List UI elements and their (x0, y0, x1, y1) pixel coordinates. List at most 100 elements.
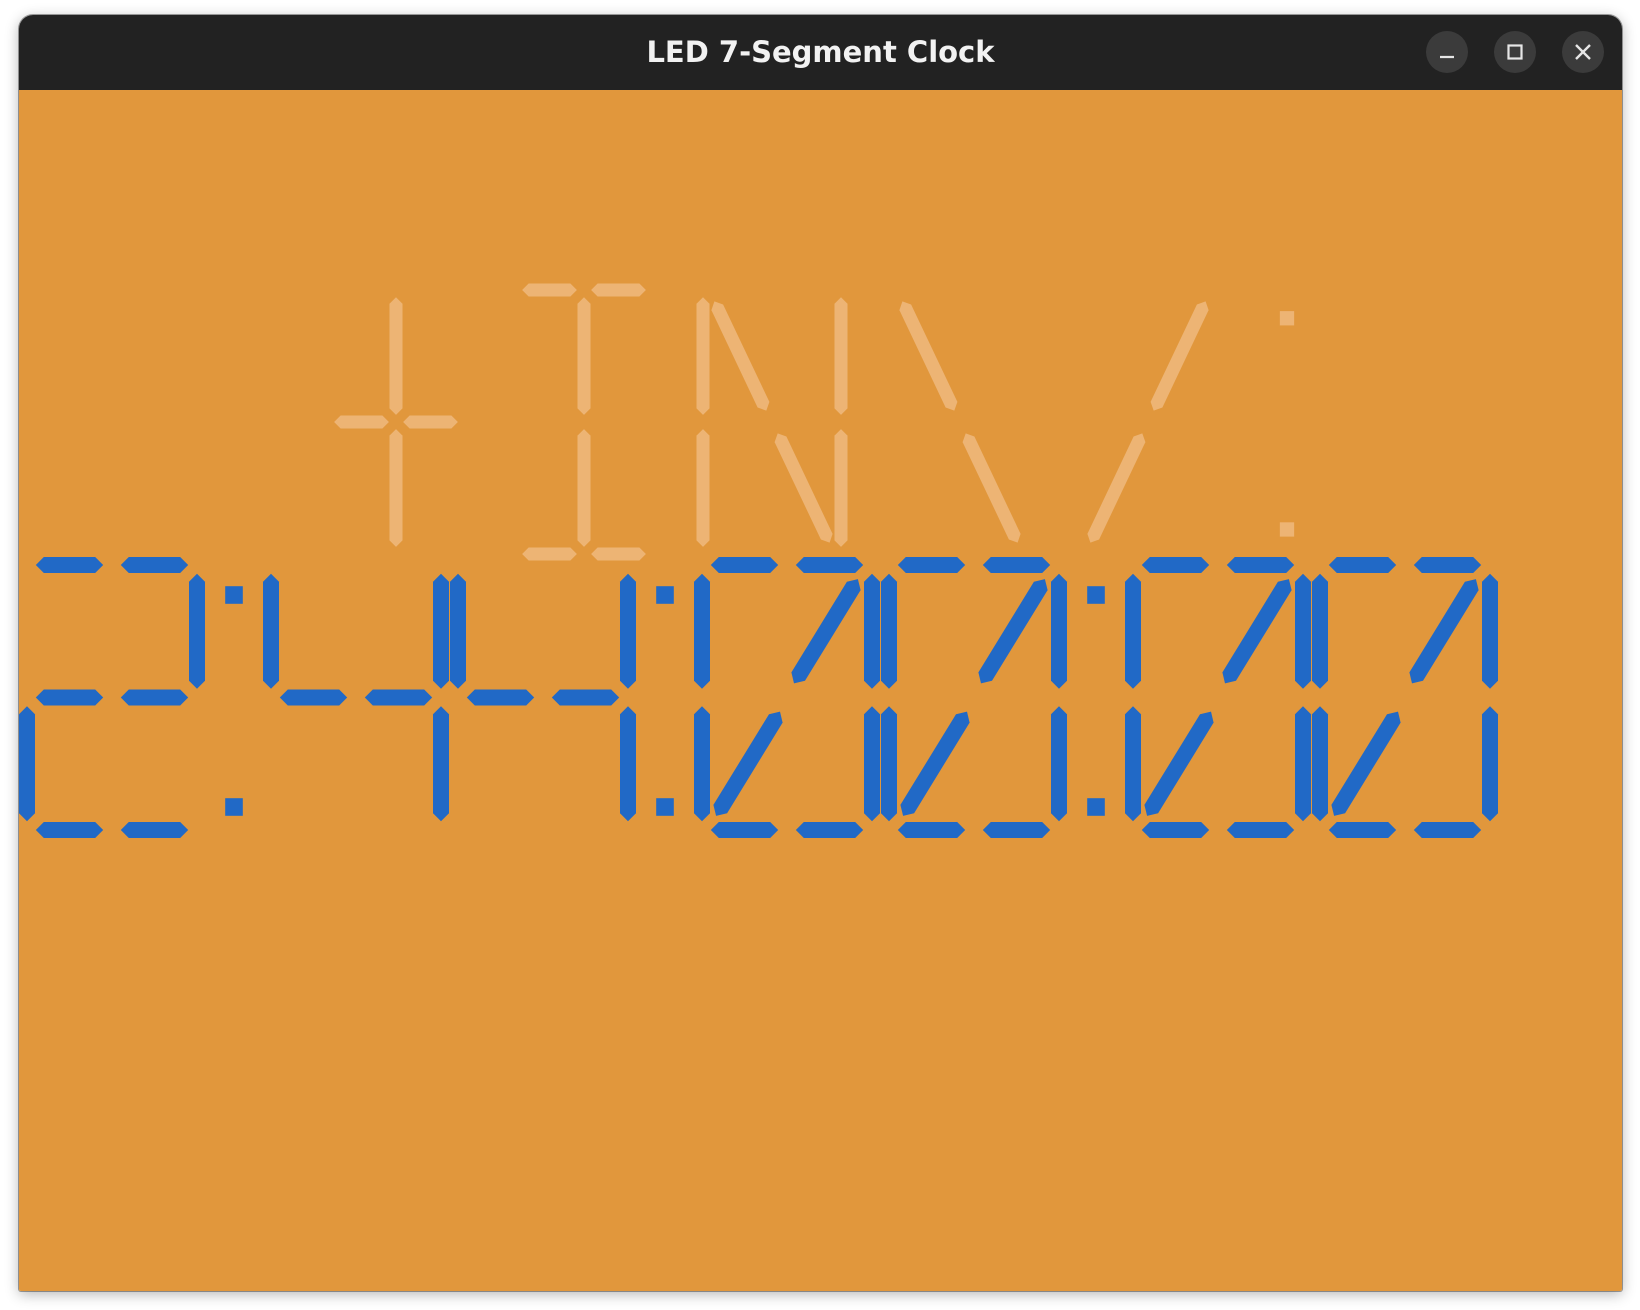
time-glyph-4 (656, 586, 674, 816)
segment-f (263, 573, 279, 689)
segment-g1 (334, 415, 389, 429)
segment-a2 (120, 557, 189, 573)
segment-a1 (522, 283, 577, 297)
segment-d2 (591, 547, 646, 561)
segment-b (864, 573, 880, 689)
ghost-glyph-2 (696, 297, 848, 547)
ghost-glyph-1 (522, 283, 646, 561)
close-button[interactable] (1562, 31, 1604, 73)
time-glyph-3 (450, 573, 636, 822)
segment-b (1295, 573, 1311, 689)
clock-canvas (19, 90, 1622, 1291)
segment-c (864, 706, 880, 822)
segment-l (577, 429, 591, 547)
segment-a2 (591, 283, 646, 297)
segment-k (900, 711, 970, 816)
segment-d2 (795, 822, 864, 838)
segment-g2 (364, 689, 433, 706)
segment-c (433, 706, 449, 822)
colon-dot (1087, 798, 1105, 816)
segment-d1 (522, 547, 577, 561)
segment-h (711, 301, 770, 411)
time-glyph-7 (1087, 586, 1105, 816)
maximize-button[interactable] (1494, 31, 1536, 73)
segment-a1 (897, 557, 966, 573)
segment-h (899, 301, 958, 411)
ghost-glyph-5 (1279, 311, 1295, 537)
segment-i (389, 297, 403, 415)
segment-m (774, 433, 833, 543)
segment-e (1312, 706, 1328, 822)
segment-e (694, 706, 710, 822)
time-display (19, 557, 1498, 838)
segment-e (881, 706, 897, 822)
time-glyph-8 (1125, 557, 1311, 838)
colon-dot (225, 798, 243, 816)
segment-g1 (35, 689, 104, 706)
segment-g2 (403, 415, 458, 429)
segment-c (834, 429, 848, 547)
time-glyph-5 (694, 557, 880, 838)
segment-d1 (1141, 822, 1210, 838)
time-glyph-9 (1312, 557, 1498, 838)
time-glyph-2 (263, 573, 449, 822)
segment-j (1150, 301, 1209, 411)
segment-k (1144, 711, 1214, 816)
segment-d2 (1413, 822, 1482, 838)
segment-f (881, 573, 897, 689)
colon-dot (656, 586, 674, 604)
segment-j (1409, 579, 1479, 684)
segment-d1 (710, 822, 779, 838)
segment-a1 (35, 557, 104, 573)
segment-i (577, 297, 591, 415)
segment-k (1331, 711, 1401, 816)
segment-f (450, 573, 466, 689)
segment-b (620, 573, 636, 689)
segment-d2 (982, 822, 1051, 838)
minimize-icon (1440, 55, 1454, 59)
segment-f (1125, 573, 1141, 689)
ghost-glyph-4 (1087, 301, 1209, 543)
segment-g2 (551, 689, 620, 706)
minimize-button[interactable] (1426, 31, 1468, 73)
segment-d1 (35, 822, 104, 838)
colon-dot (225, 586, 243, 604)
segment-b (1051, 573, 1067, 689)
segment-c (1051, 706, 1067, 822)
segment-f (696, 297, 710, 415)
segment-k (713, 711, 783, 816)
segment-j (791, 579, 861, 684)
segment-j (978, 579, 1048, 684)
segment-g2 (120, 689, 189, 706)
segment-g1 (279, 689, 348, 706)
segment-b (189, 573, 205, 689)
ghost-glyph-0 (334, 297, 458, 547)
segment-a1 (710, 557, 779, 573)
segment-f (1312, 573, 1328, 689)
segment-f (694, 573, 710, 689)
segment-c (620, 706, 636, 822)
colon-dot (656, 798, 674, 816)
colon-dot (1087, 586, 1105, 604)
segment-e (19, 706, 35, 822)
segment-a1 (1328, 557, 1397, 573)
segment-d2 (120, 822, 189, 838)
colon-dot (1279, 311, 1295, 326)
ghost-glyph-layer (334, 283, 1295, 561)
app-window: LED 7-Segment Clock (19, 15, 1622, 1291)
segment-a2 (1413, 557, 1482, 573)
segment-a2 (982, 557, 1051, 573)
segment-e (696, 429, 710, 547)
segment-d2 (1226, 822, 1295, 838)
segment-j (1222, 579, 1292, 684)
title-bar[interactable]: LED 7-Segment Clock (19, 15, 1622, 90)
segment-e (1125, 706, 1141, 822)
segment-display (19, 283, 1498, 838)
maximize-icon (1507, 44, 1523, 60)
segment-k (1087, 433, 1146, 543)
segment-a2 (1226, 557, 1295, 573)
segment-c (1295, 706, 1311, 822)
close-icon (1575, 44, 1591, 60)
ghost-glyph-3 (899, 301, 1021, 543)
segment-l (389, 429, 403, 547)
